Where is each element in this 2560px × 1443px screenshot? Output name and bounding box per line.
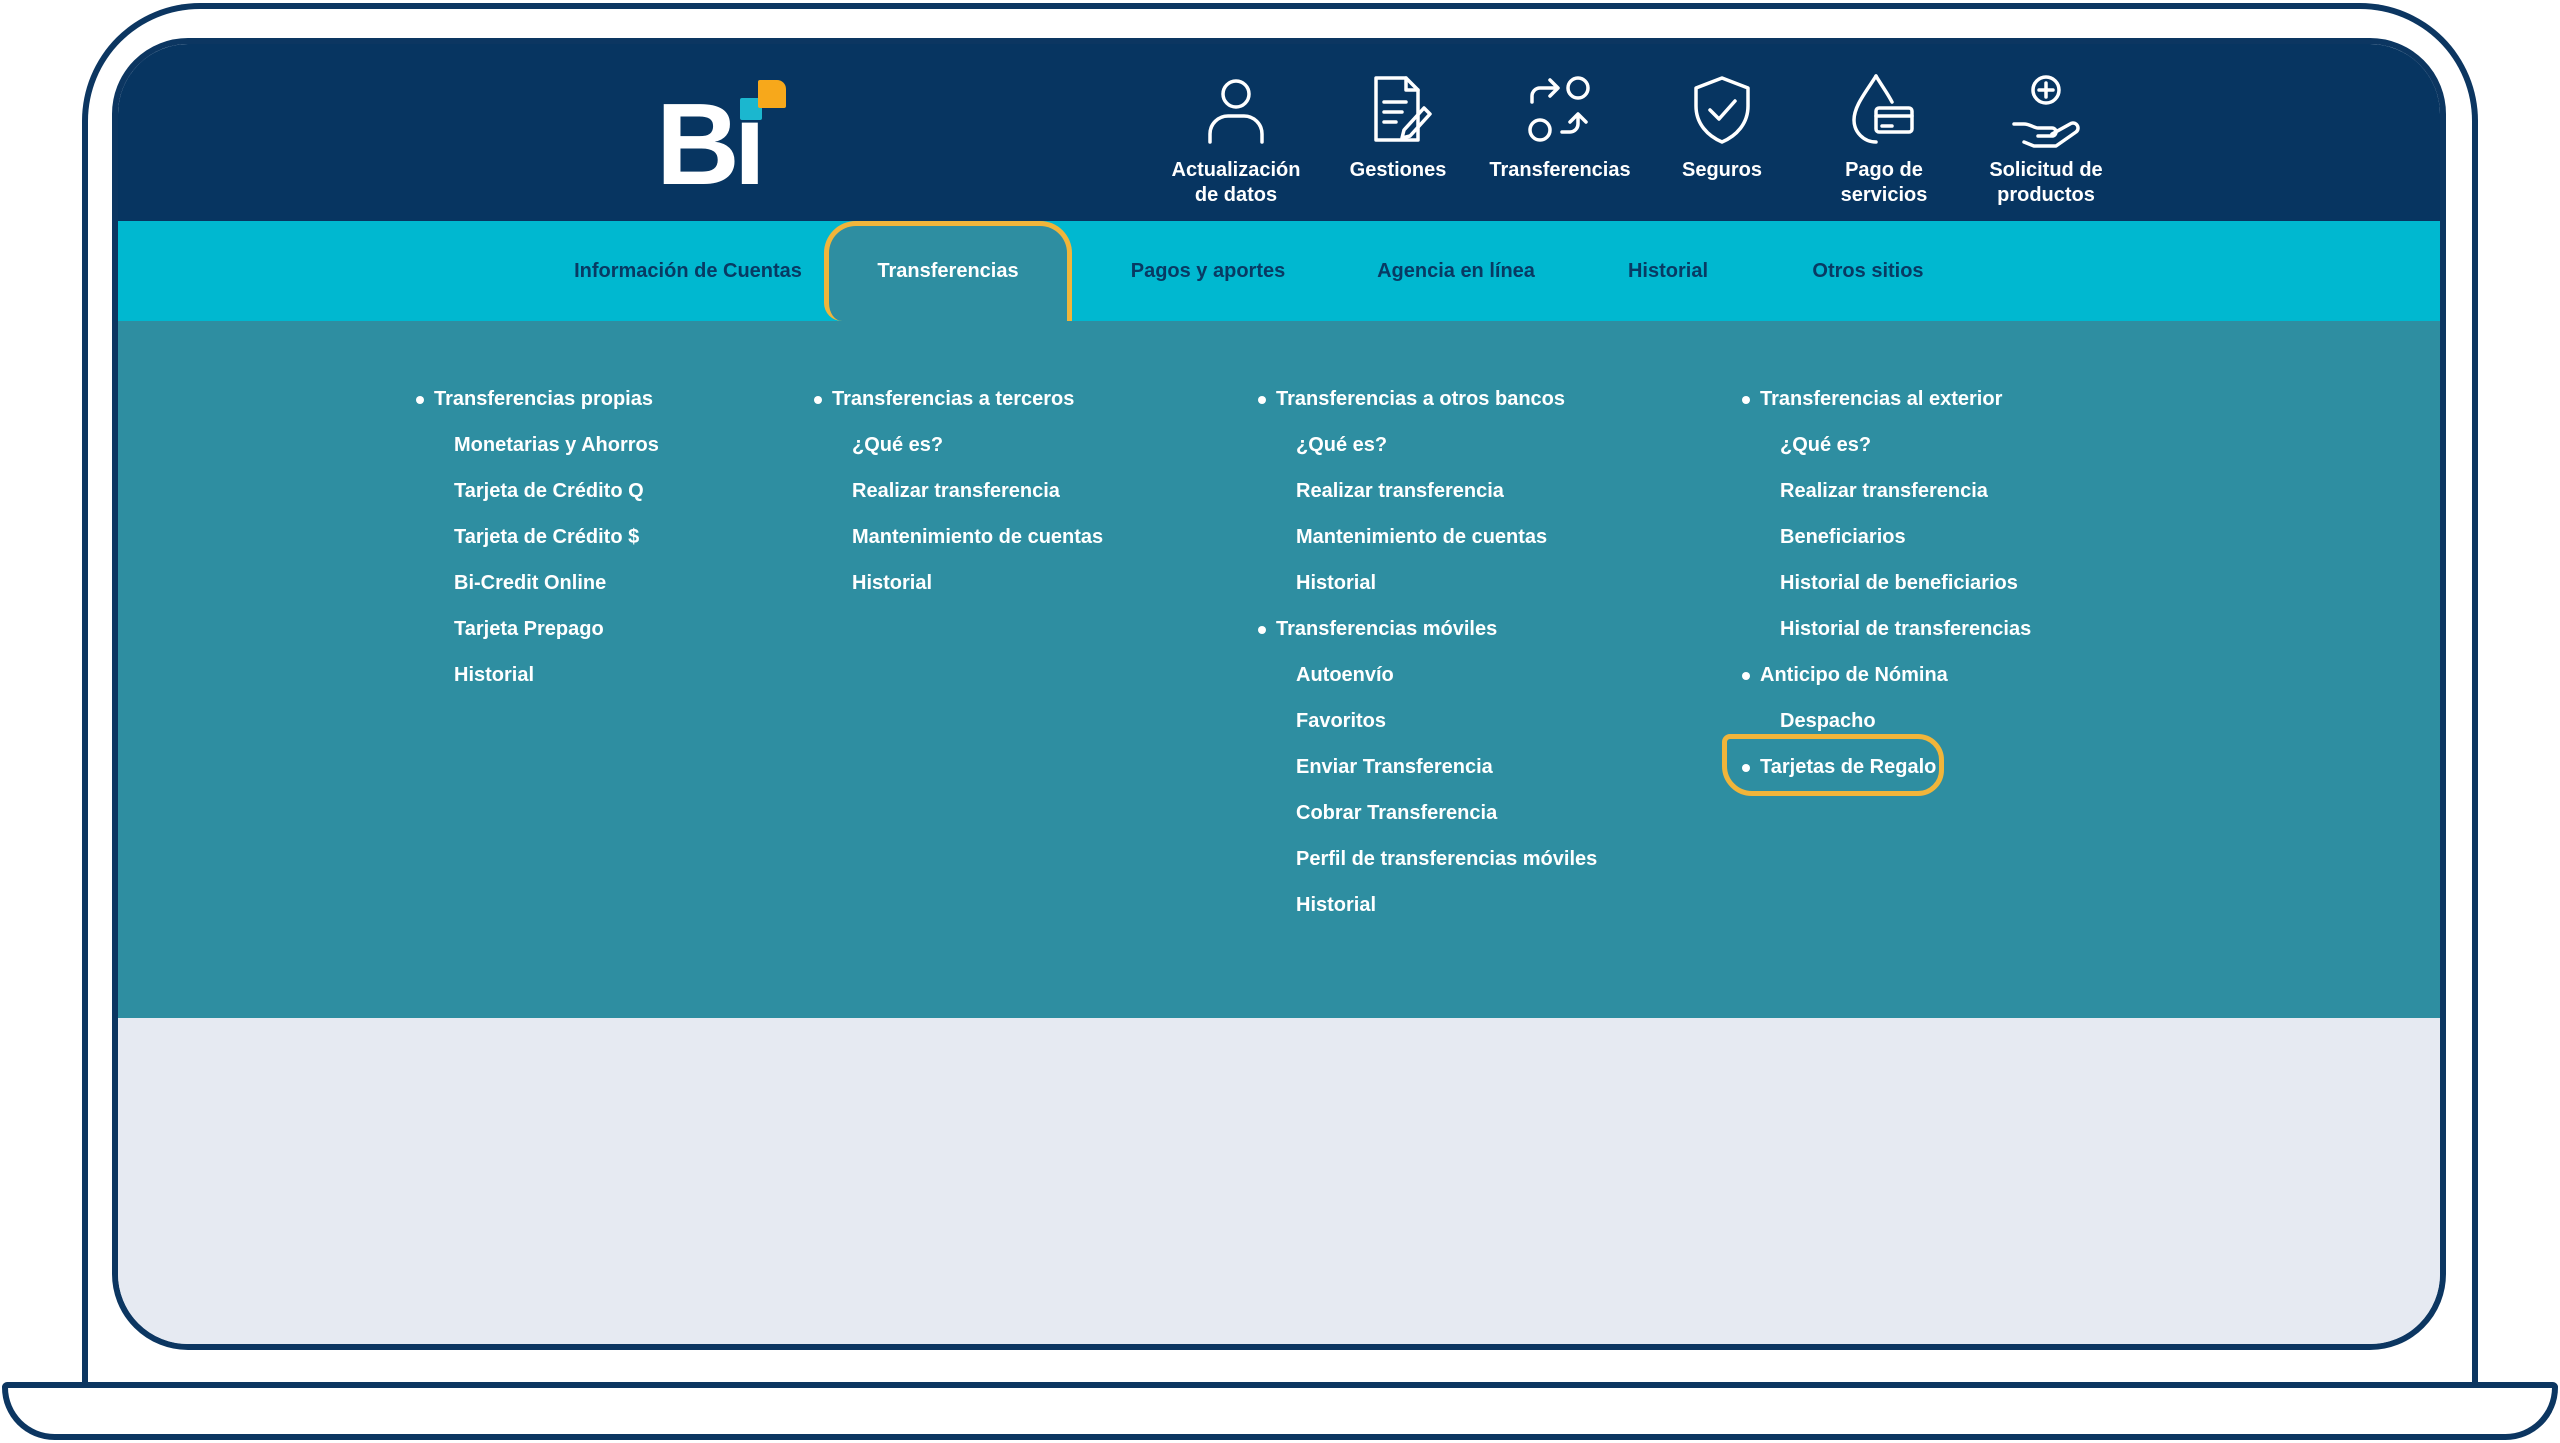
menu-link[interactable]: Beneficiarios [1780,522,1906,552]
menu-link[interactable]: ¿Qué es? [1780,430,1871,460]
quick-action-label: Gestiones [1349,159,1447,181]
main-nav: Información de Cuentas Transferencias Pa… [118,221,2440,321]
menu-heading-payroll-advance[interactable]: Anticipo de Nómina [1742,660,1948,690]
laptop-illustration: Bi Actualización de datos Gestiones Tran… [0,0,2560,1443]
nav-item-transfers[interactable]: Transferencias [824,221,1072,321]
nav-item-online-agency[interactable]: Agencia en línea [1346,221,1566,321]
menu-heading-third-party[interactable]: Transferencias a terceros [813,384,1074,414]
laptop-screen: Bi Actualización de datos Gestiones Tran… [112,38,2446,1350]
menu-link[interactable]: Historial [852,568,932,598]
menu-link[interactable]: Bi-Credit Online [454,568,606,598]
menu-heading-mobile-transfers[interactable]: Transferencias móviles [1257,614,1497,644]
menu-link[interactable]: ¿Qué es? [852,430,943,460]
menu-heading-international[interactable]: Transferencias al exterior [1741,384,2002,414]
menu-link[interactable]: Perfil de transferencias móviles [1296,844,1597,874]
menu-link[interactable]: Despacho [1780,706,1876,736]
menu-link[interactable]: Cobrar Transferencia [1296,798,1497,828]
utility-payment-icon [1852,74,1914,144]
quick-action-pay-services[interactable]: Pago de servicios [1804,72,1964,208]
hand-plus-icon [2012,75,2080,148]
menu-link[interactable]: Favoritos [1296,706,1386,736]
quick-action-label: Transferencias [1489,159,1631,181]
nav-item-account-info[interactable]: Información de Cuentas [548,221,828,321]
laptop-base [2,1382,2558,1440]
user-icon [1208,79,1264,144]
menu-link[interactable]: Enviar Transferencia [1296,752,1493,782]
menu-heading-other-banks[interactable]: Transferencias a otros bancos [1257,384,1565,414]
menu-link[interactable]: Realizar transferencia [852,476,1060,506]
quick-action-label: Solicitud de productos [1989,159,2103,206]
quick-action-update-data[interactable]: Actualización de datos [1156,72,1316,208]
transfers-mega-menu: Transferencias propias Monetarias y Ahor… [118,321,2440,1018]
menu-link[interactable]: Tarjeta de Crédito $ [454,522,639,552]
menu-link[interactable]: Mantenimiento de cuentas [1296,522,1547,552]
quick-action-insurance[interactable]: Seguros [1642,72,1802,183]
menu-link[interactable]: Historial de transferencias [1780,614,2031,644]
shield-check-icon [1694,76,1750,144]
document-edit-icon [1374,76,1432,142]
menu-link[interactable]: Monetarias y Ahorros [454,430,659,460]
nav-item-history[interactable]: Historial [1598,221,1738,321]
menu-heading-own-transfers[interactable]: Transferencias propias [416,384,653,414]
menu-link[interactable]: Historial de beneficiarios [1780,568,2018,598]
nav-item-payments[interactable]: Pagos y aportes [1108,221,1308,321]
menu-link[interactable]: Historial [454,660,534,690]
menu-heading-gift-cards[interactable]: Tarjetas de Regalo [1741,752,1936,782]
menu-link[interactable]: Historial [1296,890,1376,920]
page-body [118,1018,2440,1344]
logo-orange-square [758,80,786,108]
menu-link[interactable]: Tarjeta de Crédito Q [454,476,644,506]
app-header: Bi Actualización de datos Gestiones Tran… [118,44,2440,221]
menu-link[interactable]: Historial [1296,568,1376,598]
quick-action-gestiones[interactable]: Gestiones [1318,72,1478,183]
menu-link[interactable]: Autoenvío [1296,660,1394,690]
menu-link[interactable]: Realizar transferencia [1296,476,1504,506]
quick-action-request-products[interactable]: Solicitud de productos [1966,72,2126,208]
quick-action-label: Seguros [1681,159,1763,181]
quick-action-label: Actualización de datos [1171,159,1301,206]
nav-item-other-sites[interactable]: Otros sitios [1778,221,1958,321]
menu-link[interactable]: ¿Qué es? [1296,430,1387,460]
menu-link[interactable]: Realizar transferencia [1780,476,1988,506]
menu-link[interactable]: Tarjeta Prepago [454,614,604,644]
quick-action-transfers[interactable]: Transferencias [1480,72,1640,183]
quick-action-label: Pago de servicios [1840,159,1928,206]
bi-logo[interactable]: Bi [656,78,792,202]
transfer-icon [1528,76,1590,142]
menu-link[interactable]: Mantenimiento de cuentas [852,522,1103,552]
